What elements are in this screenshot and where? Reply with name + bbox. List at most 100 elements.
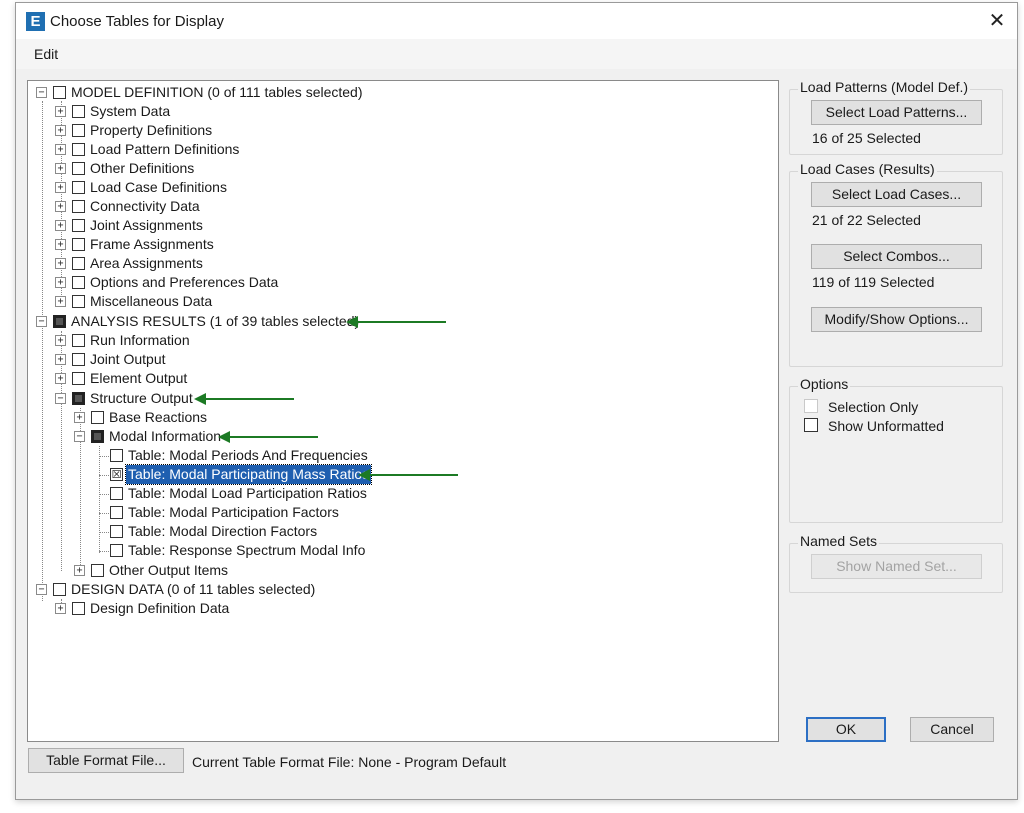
expand-icon[interactable]: +: [55, 220, 66, 231]
tree-label: Table: Modal Participation Factors: [128, 504, 339, 520]
expand-icon[interactable]: +: [55, 163, 66, 174]
checkbox[interactable]: [110, 506, 123, 519]
checkbox[interactable]: [91, 564, 104, 577]
close-icon[interactable]: ✕: [983, 7, 1011, 35]
tree-label: Joint Output: [90, 351, 166, 367]
collapse-icon[interactable]: −: [74, 431, 85, 442]
tree-connector: [99, 551, 109, 552]
load-cases-status: 21 of 22 Selected: [812, 212, 921, 228]
annotation-arrow: [346, 316, 446, 328]
checkbox[interactable]: [91, 411, 104, 424]
checkbox[interactable]: [110, 544, 123, 557]
expand-icon[interactable]: +: [55, 239, 66, 250]
selection-only-label: Selection Only: [828, 399, 919, 415]
load-patterns-status: 16 of 25 Selected: [812, 130, 921, 146]
checkbox[interactable]: [72, 200, 85, 213]
collapse-icon[interactable]: −: [36, 87, 47, 98]
ok-button[interactable]: OK: [806, 717, 886, 742]
checkbox[interactable]: [72, 372, 85, 385]
arrow-shaft: [228, 436, 318, 438]
group-title: Named Sets: [798, 533, 880, 549]
etabs-app-icon: E: [26, 12, 45, 31]
window-title: Choose Tables for Display: [50, 13, 224, 30]
select-load-patterns-button[interactable]: Select Load Patterns...: [811, 100, 982, 125]
expand-icon[interactable]: +: [55, 277, 66, 288]
expand-icon[interactable]: +: [55, 335, 66, 346]
selection-only-checkbox[interactable]: [804, 399, 818, 413]
checkbox[interactable]: [72, 238, 85, 251]
checkbox[interactable]: [72, 276, 85, 289]
expand-icon[interactable]: +: [55, 144, 66, 155]
tree-connector: [99, 475, 109, 476]
checkbox[interactable]: [53, 583, 66, 596]
collapse-icon[interactable]: −: [36, 584, 47, 595]
tree-label: System Data: [90, 103, 171, 119]
tree-label: Connectivity Data: [90, 198, 200, 214]
expand-icon[interactable]: +: [74, 565, 85, 576]
tree-connector: [99, 494, 109, 495]
checkbox[interactable]: [72, 334, 85, 347]
title-bar: E Choose Tables for Display ✕: [16, 3, 1017, 39]
tree-label: Table: Modal Load Participation Ratios: [128, 485, 367, 501]
group-title: Load Patterns (Model Def.): [798, 79, 971, 95]
expand-icon[interactable]: +: [55, 106, 66, 117]
tree-connector: [42, 101, 43, 601]
checkbox[interactable]: [72, 602, 85, 615]
expand-icon[interactable]: +: [55, 258, 66, 269]
expand-icon[interactable]: +: [55, 296, 66, 307]
tree-label: Frame Assignments: [90, 236, 214, 252]
checkbox[interactable]: [72, 181, 85, 194]
select-load-cases-button[interactable]: Select Load Cases...: [811, 182, 982, 207]
combos-status: 119 of 119 Selected: [812, 274, 935, 290]
tree-label: Table: Modal Periods And Frequencies: [128, 447, 368, 463]
tree-label: DESIGN DATA (0 of 11 tables selected): [71, 581, 316, 597]
collapse-icon[interactable]: −: [55, 393, 66, 404]
tree-connector: [99, 446, 100, 553]
expand-icon[interactable]: +: [55, 603, 66, 614]
menu-edit[interactable]: Edit: [34, 46, 58, 62]
expand-icon[interactable]: +: [55, 354, 66, 365]
expand-icon[interactable]: +: [55, 125, 66, 136]
checkbox[interactable]: [72, 124, 85, 137]
modify-show-options-button[interactable]: Modify/Show Options...: [811, 307, 982, 332]
expand-icon[interactable]: +: [55, 373, 66, 384]
tree-label: Miscellaneous Data: [90, 293, 213, 309]
tree-label: MODEL DEFINITION (0 of 111 tables select…: [71, 84, 363, 100]
checkbox[interactable]: [110, 525, 123, 538]
checkbox[interactable]: [72, 353, 85, 366]
checkbox-checked[interactable]: ☒: [110, 468, 123, 481]
table-format-file-button[interactable]: Table Format File...: [28, 748, 184, 773]
checkbox-partial[interactable]: [72, 392, 85, 405]
checkbox[interactable]: [72, 105, 85, 118]
cancel-button[interactable]: Cancel: [910, 717, 994, 742]
checkbox[interactable]: [72, 257, 85, 270]
expand-icon[interactable]: +: [55, 182, 66, 193]
tree-label-selected: Table: Modal Participating Mass Ratios: [124, 464, 373, 485]
checkbox-partial[interactable]: [91, 430, 104, 443]
select-combos-button[interactable]: Select Combos...: [811, 244, 982, 269]
annotation-arrow: [358, 469, 458, 481]
checkbox[interactable]: [53, 86, 66, 99]
collapse-icon[interactable]: −: [36, 316, 47, 327]
tree-label: Other Output Items: [109, 562, 229, 578]
table-tree[interactable]: − MODEL DEFINITION (0 of 111 tables sele…: [27, 80, 779, 742]
tree-label: ANALYSIS RESULTS (1 of 39 tables selecte…: [71, 313, 360, 329]
checkbox[interactable]: [110, 449, 123, 462]
checkbox[interactable]: [72, 295, 85, 308]
tree-label: Table: Response Spectrum Modal Info: [128, 542, 366, 558]
expand-icon[interactable]: +: [74, 412, 85, 423]
checkbox[interactable]: [110, 487, 123, 500]
tree-label: Modal Information: [109, 428, 222, 444]
checkbox[interactable]: [72, 143, 85, 156]
annotation-arrow: [194, 393, 294, 405]
checkbox[interactable]: [72, 162, 85, 175]
tree-connector: [99, 513, 109, 514]
checkbox[interactable]: [72, 219, 85, 232]
show-named-set-button: Show Named Set...: [811, 554, 982, 579]
group-title: Load Cases (Results): [798, 161, 937, 177]
tree-label: Table: Modal Direction Factors: [128, 523, 318, 539]
expand-icon[interactable]: +: [55, 201, 66, 212]
show-unformatted-checkbox[interactable]: [804, 418, 818, 432]
tree-label: Area Assignments: [90, 255, 203, 271]
checkbox-partial[interactable]: [53, 315, 66, 328]
